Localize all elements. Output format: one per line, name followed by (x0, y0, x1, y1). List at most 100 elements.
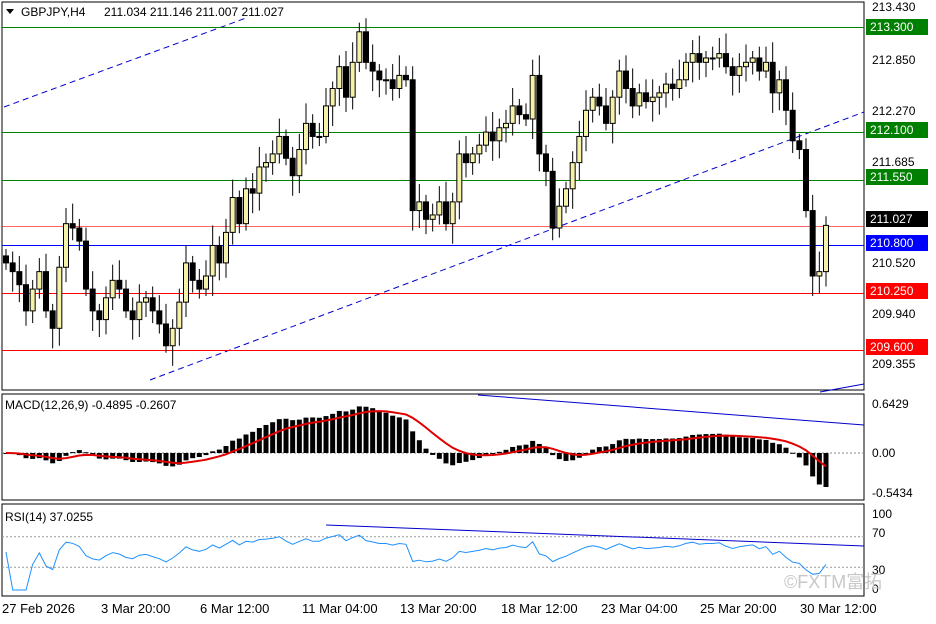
candle-body (503, 122, 509, 129)
candle-body (289, 157, 296, 177)
time-tick-label: 6 Mar 12:00 (200, 601, 270, 616)
macd-histogram-bar (283, 418, 289, 453)
macd-histogram-bar (170, 453, 176, 467)
candle-body (703, 57, 709, 63)
time-tick-label: 23 Mar 04:00 (601, 601, 678, 616)
price-tick-label: 212.270 (872, 104, 916, 118)
macd-histogram-bar (203, 453, 209, 456)
candle-body (536, 74, 543, 155)
candle-body (369, 61, 376, 72)
macd-title: MACD(12,26,9) -0.4895 -0.2607 (5, 398, 177, 412)
time-tick-label: 18 Mar 12:00 (501, 601, 578, 616)
price-tick-label: 209.940 (872, 307, 916, 321)
candle-body (776, 79, 783, 94)
macd-histogram-bar (636, 438, 642, 453)
candle-body (376, 70, 383, 81)
candle-body (669, 83, 676, 89)
macd-histogram-bar (136, 453, 142, 462)
candle-body (43, 271, 49, 312)
macd-histogram-bar (423, 448, 429, 453)
candle-body (549, 170, 556, 229)
candle-body (23, 284, 29, 312)
candle-body (823, 224, 829, 273)
macd-histogram-bar (210, 451, 216, 453)
candle-body (469, 153, 476, 164)
candle-body (243, 188, 249, 225)
candle-body (323, 105, 329, 137)
candle-body (583, 109, 589, 137)
candle-body (689, 53, 696, 63)
time-tick-label: 30 Mar 12:00 (800, 601, 877, 616)
candle-body (156, 310, 163, 325)
candle-body (803, 149, 809, 212)
candle-body (416, 201, 423, 212)
candle-body (463, 153, 469, 164)
candle-body (569, 162, 576, 190)
candle-body (316, 135, 323, 138)
macd-histogram-bar (76, 450, 82, 453)
macd-histogram-bar (196, 453, 202, 458)
time-tick-label: 25 Mar 20:00 (700, 601, 777, 616)
candle-body (103, 297, 109, 321)
level-badge-212100: 212.100 (866, 122, 928, 138)
candle-body (249, 188, 256, 194)
candle-body (89, 288, 96, 312)
candle-body (749, 57, 756, 63)
current-price-badge: 211.027 (866, 211, 928, 227)
candle-body (563, 188, 569, 207)
level-badge-211550: 211.550 (866, 169, 928, 185)
time-tick-label: 11 Mar 04:00 (302, 601, 378, 616)
macd-histogram-bar (456, 453, 462, 464)
candle-body (189, 262, 196, 281)
macd-histogram-bar (56, 453, 62, 461)
candle-body (169, 327, 176, 347)
macd-histogram-bar (743, 437, 749, 453)
candle-body (423, 201, 429, 220)
candle-body (623, 70, 629, 89)
macd-histogram-bar (416, 440, 422, 453)
macd-histogram-bar (550, 453, 556, 456)
candle-body (236, 197, 243, 225)
macd-histogram-bar (290, 420, 296, 453)
candle-body (769, 61, 776, 94)
macd-histogram-bar (770, 442, 776, 453)
level-badge-209600: 209.600 (866, 339, 928, 355)
candle-body (756, 57, 763, 72)
symbol-menu-icon[interactable] (6, 9, 14, 14)
macd-histogram-bar (776, 444, 782, 453)
price-tick-label: 212.850 (872, 53, 916, 67)
candle-body (596, 96, 603, 107)
candle-body (69, 223, 76, 229)
candle-body (56, 266, 63, 329)
candle-body (163, 323, 169, 347)
candle-body (389, 79, 396, 89)
candle-body (176, 301, 183, 329)
candle-body (529, 74, 536, 120)
candle-body (349, 61, 356, 98)
price-tick-label: 213.430 (872, 0, 916, 14)
candle-body (543, 153, 549, 172)
candle-body (456, 153, 463, 203)
macd-histogram-bar (216, 449, 222, 453)
macd-histogram-bar (63, 453, 69, 456)
candle-body (183, 262, 189, 303)
macd-histogram-bar (163, 453, 169, 466)
macd-histogram-bar (363, 406, 369, 453)
macd-histogram-bar (370, 408, 376, 453)
macd-histogram-bar (316, 417, 322, 453)
candle-body (109, 279, 116, 299)
candle-body (789, 109, 796, 142)
candle-body (269, 153, 276, 164)
macd-histogram-bar (383, 412, 389, 453)
macd-histogram-bar (396, 417, 402, 453)
candle-body (36, 271, 43, 290)
candle-body (483, 131, 489, 146)
level-badge-210800: 210.800 (866, 235, 928, 251)
macd-histogram-bar (403, 419, 409, 453)
candle-body (9, 262, 16, 273)
macd-histogram-bar (723, 434, 729, 453)
candle-body (29, 288, 36, 312)
candle-body (276, 135, 283, 155)
macd-histogram-bar (736, 437, 742, 453)
candle-body (263, 162, 269, 168)
